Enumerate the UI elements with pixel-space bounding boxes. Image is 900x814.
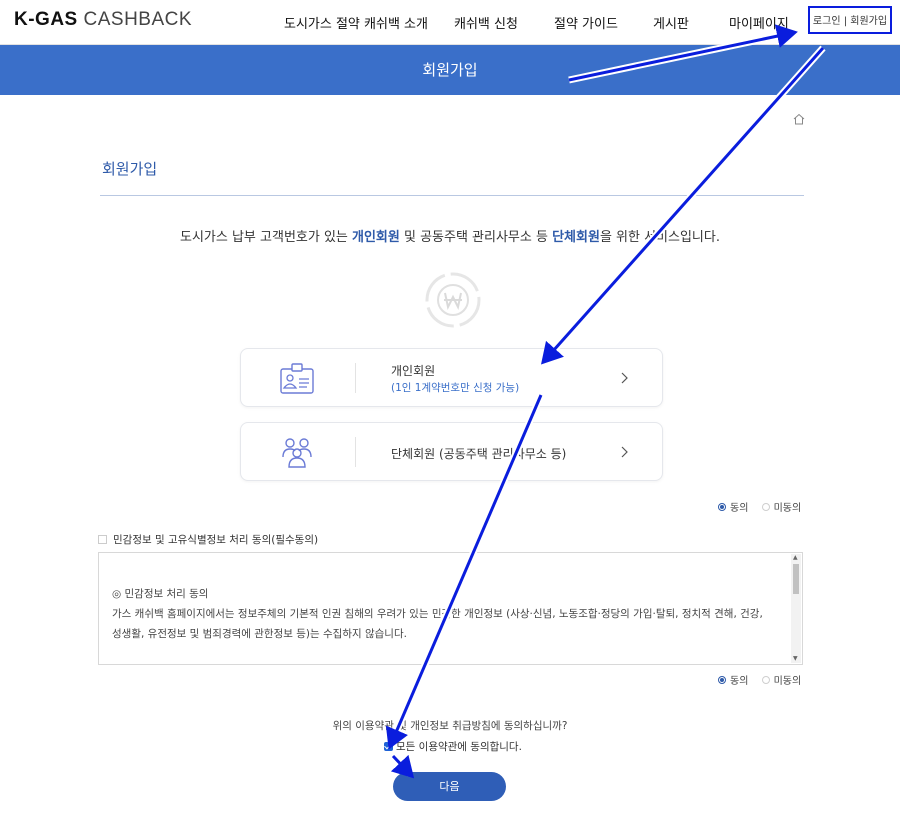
textbox-scrollbar[interactable]: ▲ ▼ (791, 554, 801, 663)
checkbox-empty-icon (98, 534, 107, 544)
radio-empty-icon (761, 503, 770, 511)
personal-member-card[interactable]: 개인회원 (1인 1계약번호만 신청 가능) (240, 348, 663, 407)
intro-part1: 도시가스 납부 고객번호가 있는 (180, 230, 353, 245)
logo-bold-text: K-GAS (14, 9, 78, 30)
radio-selected-icon (718, 676, 726, 684)
privacy-line: 성생활, 유전정보 및 범죄경력에 관한정보 등)는 수집하지 않습니다. (112, 628, 407, 640)
chevron-right-icon (621, 446, 628, 458)
agree-all-label: 모든 이용약관에 동의합니다. (396, 741, 522, 753)
scroll-down-icon[interactable]: ▼ (793, 656, 798, 662)
personal-member-subtitle: (1인 1계약번호만 신청 가능) (391, 382, 520, 394)
site-header: K-GAS CASHBACK 도시가스 절약 캐쉬백 소개 캐쉬백 신청 절약 … (0, 0, 900, 45)
card-separator (355, 363, 356, 393)
nav-guide[interactable]: 절약 가이드 (554, 13, 618, 32)
radio-empty-icon (761, 676, 770, 684)
privacy-consent-label: 민감정보 및 고유식별정보 처리 동의(필수동의) (113, 534, 319, 546)
nav-intro[interactable]: 도시가스 절약 캐쉬백 소개 (284, 13, 428, 32)
privacy-line: 가스 캐쉬백 홈페이지에서는 정보주체의 기본적 인권 침해의 우려가 있는 민… (112, 608, 763, 620)
group-people-icon (282, 438, 312, 468)
section-divider (100, 195, 804, 196)
privacy-line: ◎ 민감정보 처리 동의 (112, 588, 209, 600)
nav-apply[interactable]: 캐쉬백 신청 (454, 13, 518, 32)
id-card-icon (280, 363, 314, 394)
disagree-label: 미동의 (773, 676, 802, 687)
group-member-card[interactable]: 단체회원 (공동주택 관리사무소 등) (240, 422, 663, 481)
agree-label: 동의 (730, 676, 749, 687)
privacy-consent-checkbox[interactable]: 민감정보 및 고유식별정보 처리 동의(필수동의) (98, 532, 318, 547)
checkbox-checked-icon (384, 741, 393, 751)
agree-label: 동의 (730, 503, 749, 514)
nav-mypage[interactable]: 마이페이지 (729, 13, 789, 32)
consent-radio-group-top: 동의 미동의 (718, 499, 801, 514)
intro-highlight-group: 단체회원 (552, 230, 600, 245)
agreement-question: 위의 이용약관 및 개인정보 취급방침에 동의하십니까? (332, 720, 568, 732)
login-signup-link[interactable]: 로그인 | 회원가입 (808, 6, 892, 34)
intro-highlight-personal: 개인회원 (352, 230, 400, 245)
disagree-label: 미동의 (773, 503, 802, 514)
disagree-radio-top[interactable]: 미동의 (761, 503, 802, 514)
chevron-right-icon (621, 372, 628, 384)
page-banner: 회원가입 (0, 45, 900, 95)
radio-selected-icon (718, 503, 726, 511)
personal-member-title: 개인회원 (391, 364, 436, 378)
logo-light-text: CASHBACK (83, 9, 193, 30)
group-member-title: 단체회원 (공동주택 관리사무소 등) (391, 447, 567, 461)
site-logo[interactable]: K-GAS CASHBACK (14, 9, 192, 31)
nav-board[interactable]: 게시판 (653, 13, 689, 32)
scroll-thumb[interactable] (793, 564, 799, 594)
scroll-up-icon[interactable]: ▲ (793, 555, 798, 561)
intro-part2: 및 공동주택 관리사무소 등 (399, 230, 553, 245)
consent-radio-group-bottom: 동의 미동의 (718, 672, 801, 687)
privacy-terms-textbox[interactable]: ◎ 민감정보 처리 동의 가스 캐쉬백 홈페이지에서는 정보주체의 기본적 인권… (98, 552, 803, 665)
agree-all-checkbox[interactable]: 모든 이용약관에 동의합니다. (384, 739, 522, 754)
intro-text: 도시가스 납부 고객번호가 있는 개인회원 및 공동주택 관리사무소 등 단체회… (0, 226, 900, 245)
disagree-radio-bottom[interactable]: 미동의 (761, 676, 802, 687)
home-icon[interactable] (792, 112, 806, 126)
next-button[interactable]: 다음 (393, 772, 506, 801)
agree-radio-top[interactable]: 동의 (718, 503, 748, 514)
won-cycle-icon (425, 272, 481, 328)
agree-radio-bottom[interactable]: 동의 (718, 676, 748, 687)
card-separator (355, 437, 356, 467)
section-title: 회원가입 (102, 160, 158, 178)
annotation-arrows (385, 24, 826, 779)
intro-part3: 을 위한 서비스입니다. (599, 230, 720, 245)
